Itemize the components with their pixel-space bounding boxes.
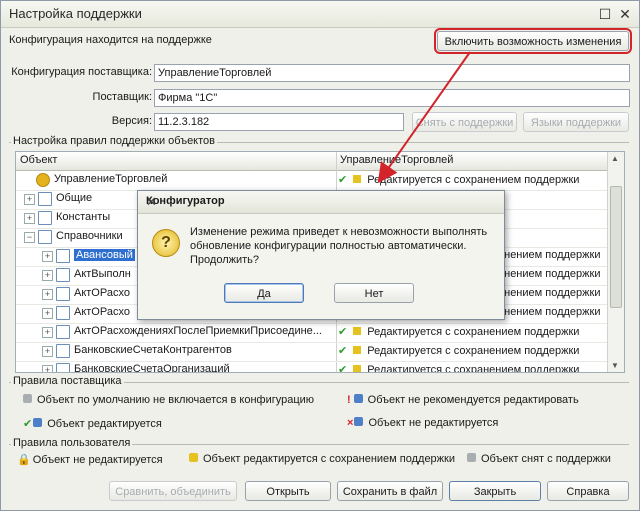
question-icon: ? xyxy=(152,229,180,257)
dialog-close-icon[interactable]: ✕ xyxy=(146,194,496,210)
dialog-title-bar: Конфигуратор ✕ xyxy=(138,191,504,214)
configurator-dialog: Конфигуратор ✕ ? Изменение режима привед… xyxy=(137,190,505,320)
yes-button[interactable]: Да xyxy=(224,283,304,303)
no-button[interactable]: Нет xyxy=(334,283,414,303)
dialog-message: Изменение режима приведет к невозможност… xyxy=(190,226,488,266)
